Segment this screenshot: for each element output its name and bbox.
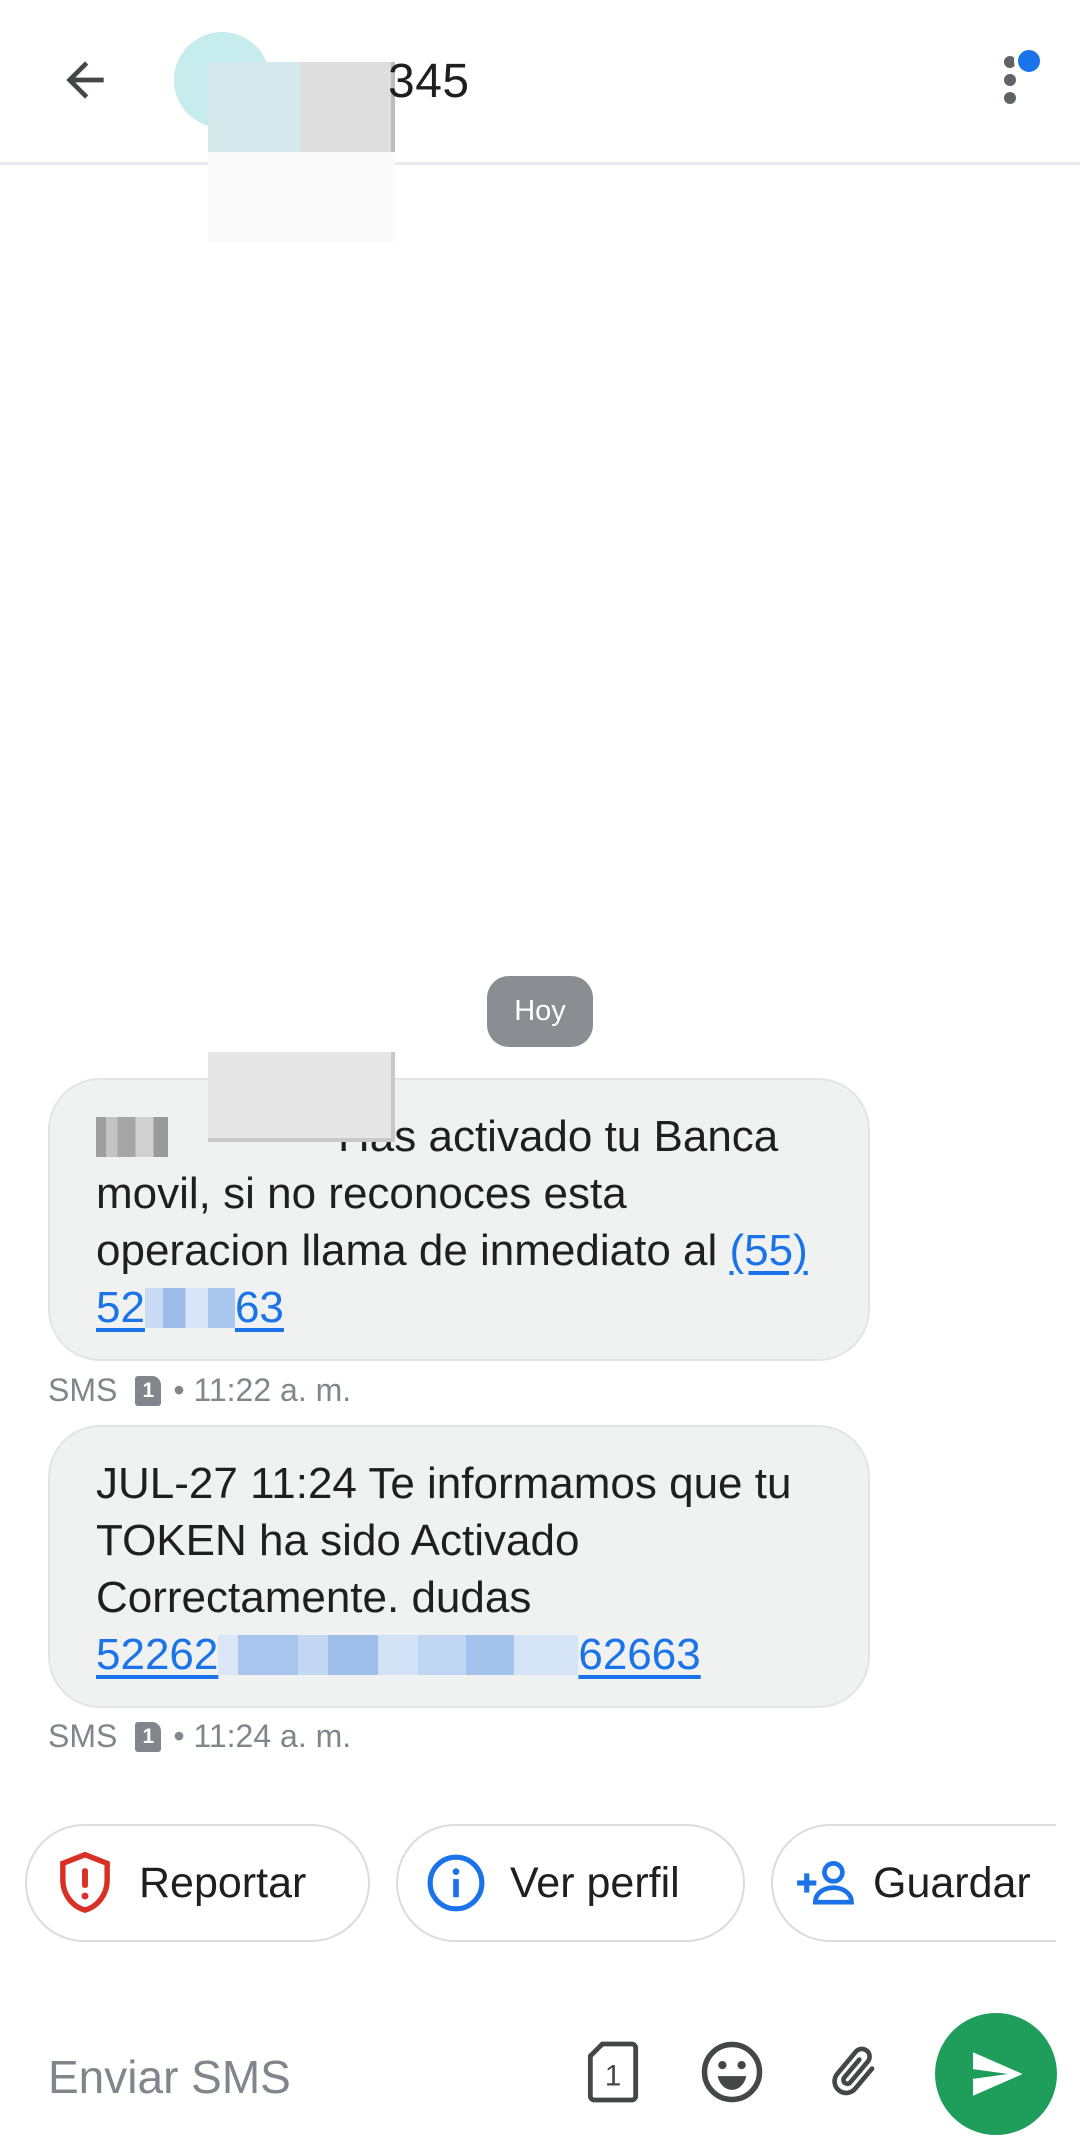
- save-contact-button[interactable]: Guardar: [771, 1824, 1056, 1942]
- paperclip-icon: [832, 2046, 875, 2096]
- send-button[interactable]: [935, 2013, 1057, 2135]
- message-time: • 11:24 a. m.: [173, 1718, 352, 1754]
- message-service: SMS: [48, 1718, 118, 1754]
- back-button[interactable]: [50, 45, 120, 115]
- message-bubble[interactable]: JUL-27 11:24 Te informamos que tu TOKEN …: [48, 1425, 870, 1708]
- message-text: JUL-27 11:24 Te informamos que tu TOKEN …: [96, 1459, 792, 1622]
- send-icon: [973, 2052, 1023, 2096]
- chip-label: Reportar: [139, 1858, 307, 1907]
- message-meta: SMS 1 • 11:22 a. m.: [48, 1372, 351, 1409]
- redaction-block: [300, 62, 395, 152]
- view-profile-button[interactable]: Ver perfil: [396, 1824, 745, 1942]
- chip-label: Guardar: [873, 1858, 1031, 1907]
- sim-number: 1: [605, 2059, 621, 2092]
- add-person-icon: [795, 1851, 859, 1915]
- emoji-icon: [701, 2041, 763, 2103]
- phone-link[interactable]: 52262 62663: [96, 1630, 701, 1679]
- emoji-button[interactable]: [694, 2034, 770, 2110]
- arrow-back-icon: [66, 61, 104, 99]
- message-bubble[interactable]: Has activado tu Banca movil, si no recon…: [48, 1078, 870, 1361]
- redaction-block: [208, 1052, 395, 1142]
- sim-select-button[interactable]: 1: [575, 2034, 651, 2110]
- contact-title[interactable]: 345: [388, 54, 470, 109]
- more-options-button[interactable]: [990, 40, 1050, 120]
- date-chip: Hoy: [487, 976, 593, 1047]
- redacted-text: [418, 1635, 579, 1675]
- redacted-text: [144, 1288, 235, 1328]
- info-icon: [424, 1851, 488, 1915]
- suggested-actions: Reportar Ver perfil Guardar: [0, 1824, 1056, 1944]
- attach-button[interactable]: [816, 2034, 892, 2110]
- sim-badge-icon: 1: [135, 1721, 162, 1752]
- message-meta: SMS 1 • 11:24 a. m.: [48, 1718, 351, 1755]
- chip-label: Ver perfil: [510, 1858, 680, 1907]
- redaction-block: [208, 62, 300, 152]
- redaction-block: [208, 152, 395, 242]
- report-button[interactable]: Reportar: [25, 1824, 370, 1942]
- more-vert-dot: [1004, 74, 1016, 86]
- more-vert-dot: [1004, 92, 1016, 104]
- message-service: SMS: [48, 1372, 118, 1408]
- shield-alert-icon: [53, 1851, 117, 1915]
- notification-dot: [1014, 46, 1044, 76]
- app-bar: B 345: [0, 0, 1080, 242]
- sim-card-icon: 1: [587, 2041, 639, 2103]
- redacted-text: [218, 1635, 419, 1675]
- message-input[interactable]: Enviar SMS: [48, 2050, 291, 2104]
- redacted-text: [96, 1117, 168, 1157]
- message-time: • 11:22 a. m.: [173, 1372, 352, 1408]
- sim-badge-icon: 1: [135, 1375, 162, 1406]
